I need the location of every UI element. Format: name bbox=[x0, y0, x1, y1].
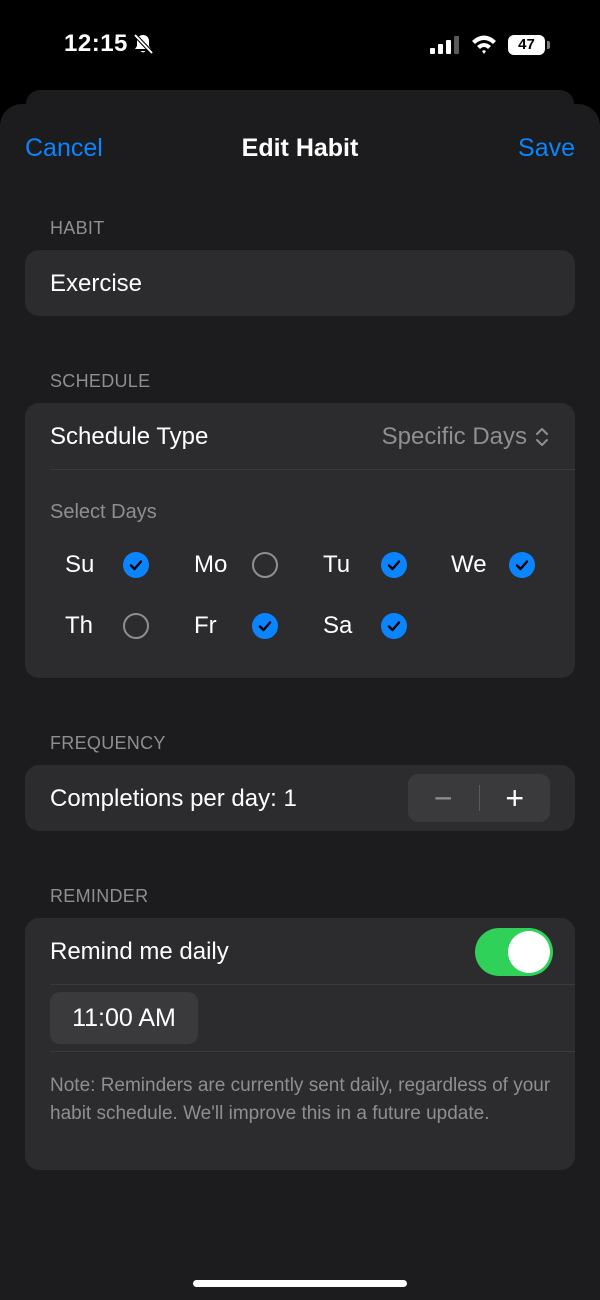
decrement-button[interactable]: − bbox=[408, 774, 479, 822]
day-label: Tu bbox=[323, 551, 351, 578]
day-checkbox-checked[interactable] bbox=[381, 552, 407, 578]
separator bbox=[50, 469, 575, 470]
schedule-section-header: SCHEDULE bbox=[50, 371, 151, 391]
separator bbox=[50, 984, 575, 985]
habit-section-header: HABIT bbox=[50, 218, 105, 238]
battery-icon: 47 bbox=[508, 35, 550, 55]
increment-button[interactable]: + bbox=[480, 774, 551, 822]
wifi-icon bbox=[472, 35, 496, 54]
frequency-group: Completions per day: 1 − + bbox=[25, 765, 575, 831]
edit-habit-sheet: Cancel Edit Habit Save HABIT Exercise SC… bbox=[0, 104, 600, 1300]
reminder-section-header: REMINDER bbox=[50, 886, 149, 906]
day-option-su[interactable]: Su bbox=[65, 550, 185, 580]
schedule-type-value: Specific Days bbox=[381, 423, 527, 450]
home-indicator[interactable] bbox=[193, 1280, 407, 1287]
battery-level: 47 bbox=[508, 35, 545, 55]
day-label: Fr bbox=[194, 612, 217, 639]
day-checkbox[interactable] bbox=[252, 552, 278, 578]
reminder-note: Note: Reminders are currently sent daily… bbox=[50, 1075, 551, 1124]
page-title: Edit Habit bbox=[241, 134, 359, 162]
completions-label: Completions per day: 1 bbox=[50, 785, 297, 812]
cellular-signal-icon bbox=[430, 36, 459, 54]
day-checkbox-checked[interactable] bbox=[252, 613, 278, 639]
checkmark-icon bbox=[387, 621, 401, 632]
day-checkbox[interactable] bbox=[123, 613, 149, 639]
day-option-sa[interactable]: Sa bbox=[323, 611, 443, 641]
reminder-time-picker[interactable]: 11:00 AM bbox=[50, 992, 198, 1044]
day-option-th[interactable]: Th bbox=[65, 611, 185, 641]
day-label: Su bbox=[65, 551, 95, 578]
day-checkbox-checked[interactable] bbox=[381, 613, 407, 639]
schedule-type-label: Schedule Type bbox=[50, 423, 209, 450]
separator bbox=[50, 1051, 575, 1052]
checkmark-icon bbox=[129, 560, 143, 571]
status-time: 12:15 bbox=[64, 30, 128, 57]
day-label: We bbox=[451, 551, 487, 578]
frequency-section-header: FREQUENCY bbox=[50, 733, 166, 753]
checkmark-icon bbox=[258, 621, 272, 632]
day-checkbox-checked[interactable] bbox=[123, 552, 149, 578]
remind-daily-label: Remind me daily bbox=[50, 938, 229, 965]
day-option-tu[interactable]: Tu bbox=[323, 550, 443, 580]
day-option-we[interactable]: We bbox=[451, 550, 571, 580]
schedule-group: Schedule Type Specific Days Select Days … bbox=[25, 403, 575, 678]
day-checkbox-checked[interactable] bbox=[509, 552, 535, 578]
completions-stepper[interactable]: − + bbox=[408, 774, 550, 822]
day-option-mo[interactable]: Mo bbox=[194, 550, 314, 580]
habit-name-value[interactable]: Exercise bbox=[50, 270, 142, 298]
toggle-knob bbox=[508, 931, 550, 973]
bell-slash-icon bbox=[133, 33, 154, 55]
day-label: Sa bbox=[323, 612, 353, 639]
schedule-type-picker[interactable]: Specific Days bbox=[382, 423, 549, 451]
day-label: Th bbox=[65, 612, 94, 639]
save-button[interactable]: Save bbox=[518, 134, 575, 163]
checkmark-icon bbox=[515, 560, 529, 571]
reminder-group: Remind me daily 11:00 AM Note: Reminders… bbox=[25, 918, 575, 1170]
select-days-label: Select Days bbox=[50, 501, 157, 523]
habit-name-field[interactable]: Exercise bbox=[25, 250, 575, 316]
status-bar: 12:15 47 bbox=[0, 0, 600, 90]
checkmark-icon bbox=[387, 560, 401, 571]
day-label: Mo bbox=[194, 551, 228, 578]
day-option-fr[interactable]: Fr bbox=[194, 611, 314, 641]
remind-daily-toggle[interactable] bbox=[475, 928, 553, 976]
chevron-up-down-icon bbox=[536, 428, 548, 446]
